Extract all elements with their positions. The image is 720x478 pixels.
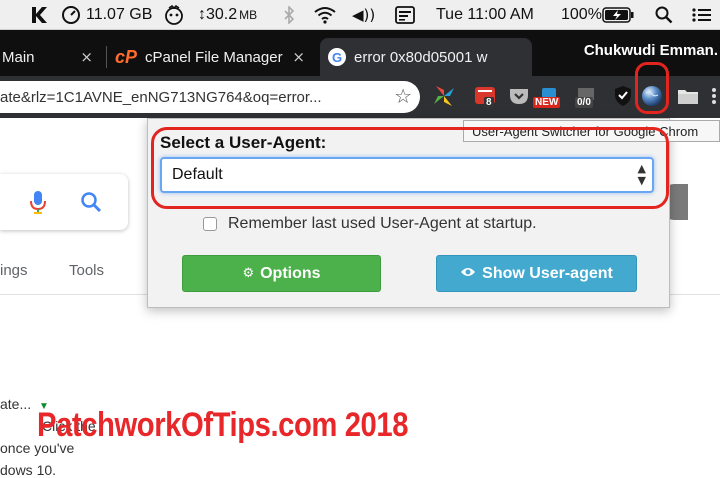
nav-tools[interactable]: Tools bbox=[69, 262, 104, 279]
profile-name[interactable]: Chukwudi Emman. bbox=[584, 42, 718, 59]
eye-icon bbox=[460, 266, 476, 282]
transfer-speed-value: ↕30.2 bbox=[198, 6, 238, 23]
bookmark-star-icon[interactable]: ☆ bbox=[394, 84, 412, 108]
tab-main[interactable]: Main × bbox=[0, 38, 105, 76]
battery-percent-text: 100% bbox=[561, 6, 602, 23]
pocket-extension-icon[interactable] bbox=[506, 83, 532, 109]
notification-menu-icon[interactable] bbox=[692, 0, 712, 30]
options-button[interactable]: ⚙ Options bbox=[182, 255, 381, 292]
disk-free-text: 11.07 GB bbox=[86, 6, 153, 23]
pocket-red-extension-icon[interactable]: 8 bbox=[472, 83, 498, 109]
close-icon[interactable]: × bbox=[292, 48, 305, 66]
transfer-speed-text: ↕30.2 MB bbox=[198, 0, 257, 30]
browser-toolbar: ☆ 8 NEW 0/0 bbox=[0, 76, 720, 118]
bluetooth-icon[interactable] bbox=[283, 0, 295, 30]
url-input[interactable] bbox=[0, 82, 380, 112]
calendar-icon[interactable] bbox=[395, 0, 415, 30]
shopping-extension-icon[interactable]: NEW bbox=[533, 83, 562, 109]
remember-user-agent-option[interactable]: Remember last used User-Agent at startup… bbox=[203, 215, 537, 233]
google-icon: G bbox=[328, 48, 346, 66]
close-icon[interactable]: × bbox=[80, 48, 93, 66]
counter-extension-icon[interactable]: 0/0 bbox=[573, 83, 599, 109]
chrome-menu-icon[interactable] bbox=[708, 83, 720, 109]
show-user-agent-label: Show User-agent bbox=[482, 264, 613, 282]
clock-text[interactable]: Tue 11:00 AM bbox=[436, 0, 534, 30]
folder-extension-icon[interactable] bbox=[675, 83, 701, 109]
shield-extension-icon[interactable] bbox=[610, 83, 636, 109]
tab-label: error 0x80d05001 w bbox=[354, 48, 488, 66]
watermark-text: PatchworkOfTips.com 2018 bbox=[37, 406, 409, 444]
volume-icon[interactable]: ◀)) bbox=[352, 0, 375, 30]
search-icon[interactable] bbox=[80, 191, 102, 218]
spotlight-search-icon[interactable] bbox=[655, 0, 673, 30]
browser-tab-strip: Main × cP cPanel File Manager × G error … bbox=[0, 30, 720, 76]
kollision-icon[interactable] bbox=[30, 0, 48, 30]
avatar-mouse-icon[interactable] bbox=[163, 0, 185, 30]
remember-checkbox[interactable] bbox=[203, 217, 217, 231]
wifi-icon[interactable] bbox=[314, 0, 336, 30]
google-search-box[interactable] bbox=[0, 174, 128, 230]
options-button-label: Options bbox=[260, 264, 321, 282]
result-fragment: dows 10. bbox=[0, 462, 57, 478]
pinwheel-extension-icon[interactable] bbox=[431, 83, 457, 109]
gear-icon: ⚙ bbox=[242, 266, 255, 281]
macos-menu-bar: 11.07 GB ↕30.2 MB ◀)) Tue 11:00 AM 100% bbox=[0, 0, 720, 30]
tab-google-search-active[interactable]: G error 0x80d05001 w bbox=[320, 38, 532, 76]
show-user-agent-button[interactable]: Show User-agent bbox=[436, 255, 637, 292]
badge-counter: 0/0 bbox=[575, 97, 593, 108]
battery-icon[interactable] bbox=[602, 0, 634, 30]
annotation-highlight-select bbox=[151, 127, 669, 209]
tab-label: cPanel File Manager bbox=[145, 48, 283, 66]
address-bar[interactable]: ☆ bbox=[0, 81, 420, 113]
microphone-icon[interactable] bbox=[30, 190, 46, 219]
cpanel-icon: cP bbox=[115, 47, 138, 67]
remember-label: Remember last used User-Agent at startup… bbox=[228, 215, 537, 232]
transfer-speed-unit: MB bbox=[239, 8, 258, 22]
nav-settings-fragment[interactable]: ings bbox=[0, 262, 28, 279]
badge-new: NEW bbox=[533, 97, 561, 108]
speed-gauge-icon[interactable] bbox=[62, 0, 80, 30]
annotation-highlight-extension bbox=[635, 62, 669, 114]
tab-cpanel-file-manager[interactable]: cP cPanel File Manager × bbox=[107, 38, 317, 76]
tab-label: Main bbox=[2, 48, 35, 66]
badge-count: 8 bbox=[484, 97, 494, 108]
